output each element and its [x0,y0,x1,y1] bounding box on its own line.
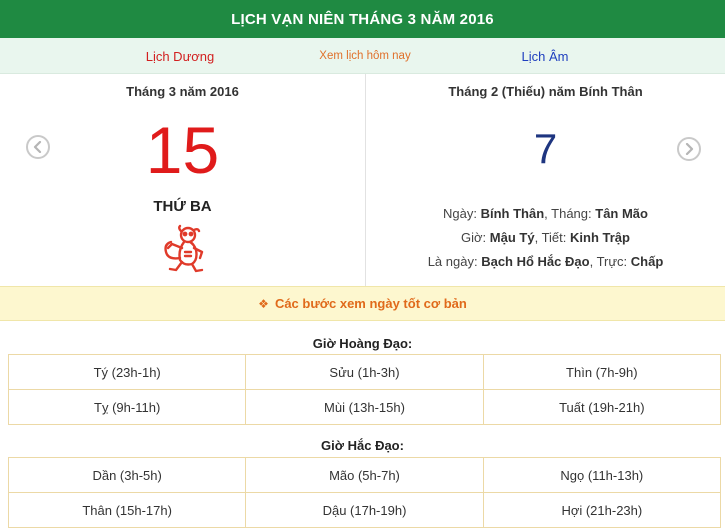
table-row: Tỵ (9h-11h) Mùi (13h-15h) Tuất (19h-21h) [7,389,722,425]
hour-value: Mậu Tý [489,230,535,245]
lunar-day-type-line: Là ngày: Bạch Hổ Hắc Đạo, Trực: Chấp [366,254,725,269]
hour-cell: Tý (23h-1h) [7,354,247,390]
lunar-day-number: 7 [533,125,558,172]
hour-cell: Thân (15h-17h) [7,492,247,528]
good-day-guide-link[interactable]: ❖ Các bước xem ngày tốt cơ bản [0,286,725,321]
table-row: Dần (3h-5h) Mão (5h-7h) Ngọ (11h-13h) [7,457,722,493]
day-type-label: Là ngày: [427,254,478,269]
hour-cell: Tuất (19h-21h) [482,389,722,425]
month-value: Tân Mão [595,206,648,221]
lunar-month-title: Tháng 2 (Thiếu) năm Bính Thân [448,84,643,99]
diamond-icon: ❖ [258,296,269,311]
solar-day-number: 15 [145,113,220,187]
solar-panel: Tháng 3 năm 2016 15 THỨ BA [0,74,365,286]
bad-hours-table: Dần (3h-5h) Mão (5h-7h) Ngọ (11h-13h) Th… [7,457,722,528]
hour-cell: Ngọ (11h-13h) [482,457,722,493]
term-label: , Tiết: [534,230,567,245]
previous-day-button[interactable] [26,135,50,159]
monkey-icon [158,222,210,274]
lunar-panel: Tháng 2 (Thiếu) năm Bính Thân 7 Ngày: Bí… [365,74,725,286]
truc-label: , Trực: [589,254,628,269]
lunar-day-month-line: Ngày: Bính Thân, Tháng: Tân Mão [366,206,725,221]
calendar-tabs: Lịch Dương Xem lịch hôm nay Lịch Âm [0,38,725,74]
month-label: , Tháng: [544,206,592,221]
next-day-button[interactable] [677,137,701,161]
hour-cell: Tỵ (9h-11h) [7,389,247,425]
hour-cell: Dần (3h-5h) [7,457,247,493]
chevron-right-icon [685,143,694,155]
hour-cell: Mão (5h-7h) [245,457,484,493]
hour-label: Giờ: [461,230,487,245]
good-hours-title: Giờ Hoàng Đạo: [312,336,413,351]
day-label: Ngày: [443,206,477,221]
term-value: Kinh Trập [570,230,630,245]
page-title: LỊCH VẠN NIÊN THÁNG 3 NĂM 2016 [231,10,494,28]
tab-solar-calendar[interactable]: Lịch Dương [100,38,260,74]
hour-cell: Sửu (1h-3h) [245,354,484,390]
page-header: LỊCH VẠN NIÊN THÁNG 3 NĂM 2016 [0,0,725,38]
tab-lunar-calendar[interactable]: Lịch Âm [470,38,620,74]
table-row: Thân (15h-17h) Dậu (17h-19h) Hợi (21h-23… [7,492,722,528]
guide-label: Các bước xem ngày tốt cơ bản [274,296,467,311]
day-type-value: Bạch Hổ Hắc Đạo [481,254,590,269]
truc-value: Chấp [630,254,664,269]
bad-hours-title: Giờ Hắc Đạo: [321,438,404,453]
hour-cell: Hợi (21h-23h) [482,492,722,528]
hour-cell: Dậu (17h-19h) [245,492,484,528]
day-value: Bính Thân [480,206,545,221]
good-hours-table: Tý (23h-1h) Sửu (1h-3h) Thìn (7h-9h) Tỵ … [7,354,722,425]
solar-month-title: Tháng 3 năm 2016 [126,84,239,99]
lunar-hour-term-line: Giờ: Mậu Tý, Tiết: Kinh Trập [366,230,725,245]
table-row: Tý (23h-1h) Sửu (1h-3h) Thìn (7h-9h) [7,354,722,390]
weekday-label: THỨ BA [153,198,212,215]
chevron-left-icon [33,141,42,153]
hour-cell: Mùi (13h-15h) [245,389,484,425]
today-link[interactable]: Xem lịch hôm nay [290,38,440,74]
hour-cell: Thìn (7h-9h) [482,354,722,390]
